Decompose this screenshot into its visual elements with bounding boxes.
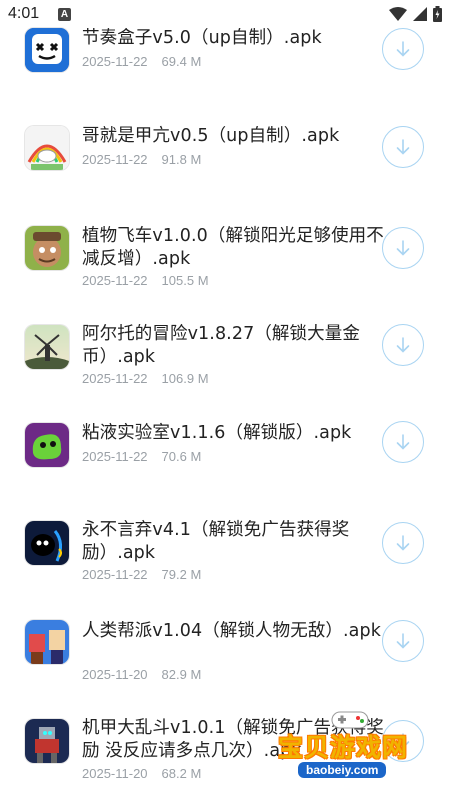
item-meta: 2025-11-22 91.8 M xyxy=(82,152,201,167)
item-date: 2025-11-22 xyxy=(82,54,148,69)
item-title: 植物飞车v1.0.0（解锁阳光足够使用不减反增）.apk xyxy=(82,226,384,269)
battery-icon xyxy=(433,6,442,22)
item-date: 2025-11-22 xyxy=(82,371,148,386)
item-meta: 2025-11-20 82.9 M xyxy=(82,667,201,682)
item-date: 2025-11-22 xyxy=(82,449,148,464)
item-size: 105.5 M xyxy=(161,273,209,288)
list-item[interactable]: 阿尔托的冒险v1.8.27（解锁大量金币）.apk 2025-11-22 106.… xyxy=(0,294,450,392)
item-size: 91.8 M xyxy=(161,152,202,167)
download-arrow-icon xyxy=(396,535,410,551)
item-size: 106.9 M xyxy=(161,371,209,386)
gamepad-icon xyxy=(331,711,369,729)
mech-robot-icon xyxy=(25,719,69,763)
zombie-face-icon xyxy=(25,226,69,270)
download-button[interactable] xyxy=(382,620,424,662)
status-icons xyxy=(389,6,442,22)
item-size: 82.9 M xyxy=(161,667,202,682)
wifi-icon xyxy=(389,7,407,21)
item-date: 2025-11-20 xyxy=(82,766,148,781)
list-item[interactable]: 粘液实验室v1.1.6（解锁版）.apk 2025-11-22 70.6 M xyxy=(0,392,450,490)
item-title: 节奏盒子v5.0（up自制）.apk xyxy=(82,28,322,48)
item-title: 哥就是甲亢v0.5（up自制）.apk xyxy=(82,126,340,146)
item-meta: 2025-11-22 106.9 M xyxy=(82,371,209,386)
slime-icon xyxy=(25,423,69,467)
item-size: 79.2 M xyxy=(161,567,202,582)
item-meta: 2025-11-22 79.2 M xyxy=(82,567,201,582)
watermark-url: baobeiy.com xyxy=(298,762,387,778)
signal-icon xyxy=(413,7,427,21)
list-item[interactable]: 永不言弃v4.1（解锁免广告获得奖励）.apk 2025-11-22 79.2 M xyxy=(0,490,450,588)
download-arrow-icon xyxy=(396,633,410,649)
item-title: 粘液实验室v1.1.6（解锁版）.apk xyxy=(82,423,352,443)
status-time: 4:01 xyxy=(8,5,40,22)
item-title: 人类帮派v1.04（解锁人物无敌）.apk xyxy=(82,621,381,641)
list-item[interactable]: 植物飞车v1.0.0（解锁阳光足够使用不减反增）.apk 2025-11-22 1… xyxy=(0,196,450,294)
download-button[interactable] xyxy=(382,227,424,269)
download-button[interactable] xyxy=(382,522,424,564)
download-button[interactable] xyxy=(382,324,424,366)
download-arrow-icon xyxy=(396,434,410,450)
item-meta: 2025-11-22 105.5 M xyxy=(82,273,209,288)
item-title: 阿尔托的冒险v1.8.27（解锁大量金币）.apk xyxy=(82,324,360,367)
item-date: 2025-11-22 xyxy=(82,273,148,288)
download-arrow-icon xyxy=(396,41,410,57)
item-date: 2025-11-20 xyxy=(82,667,148,682)
item-date: 2025-11-22 xyxy=(82,567,148,582)
download-arrow-icon xyxy=(396,240,410,256)
item-meta: 2025-11-22 70.6 M xyxy=(82,449,201,464)
download-button[interactable] xyxy=(382,126,424,168)
item-size: 68.2 M xyxy=(161,766,202,781)
download-button[interactable] xyxy=(382,421,424,463)
blocky-characters-icon xyxy=(25,620,69,664)
item-meta: 2025-11-22 69.4 M xyxy=(82,54,201,69)
item-size: 69.4 M xyxy=(161,54,202,69)
item-meta: 2025-11-20 68.2 M xyxy=(82,766,201,781)
download-arrow-icon xyxy=(396,139,410,155)
black-blob-icon xyxy=(25,521,69,565)
download-arrow-icon xyxy=(396,337,410,353)
item-date: 2025-11-22 xyxy=(82,152,148,167)
status-bar: 4:01 A xyxy=(0,0,450,30)
item-title: 永不言弃v4.1（解锁免广告获得奖励）.apk xyxy=(82,520,350,563)
item-size: 70.6 M xyxy=(161,449,202,464)
list-item[interactable]: 哥就是甲亢v0.5（up自制）.apk 2025-11-22 91.8 M xyxy=(0,98,450,196)
unicorn-rainbow-icon xyxy=(25,126,69,170)
site-watermark: 宝贝游戏网 baobeiy.com xyxy=(278,711,428,784)
watermark-text: 宝贝游戏网 xyxy=(278,733,409,762)
windmill-icon xyxy=(25,325,69,369)
list-item[interactable]: 人类帮派v1.04（解锁人物无敌）.apk 2025-11-20 82.9 M xyxy=(0,588,450,686)
download-button[interactable] xyxy=(382,28,424,70)
apk-file-list: 节奏盒子v5.0（up自制）.apk 2025-11-22 69.4 M 哥就是甲… xyxy=(0,0,450,800)
marshmello-mask-icon xyxy=(25,28,69,72)
notification-icon: A xyxy=(58,8,71,21)
